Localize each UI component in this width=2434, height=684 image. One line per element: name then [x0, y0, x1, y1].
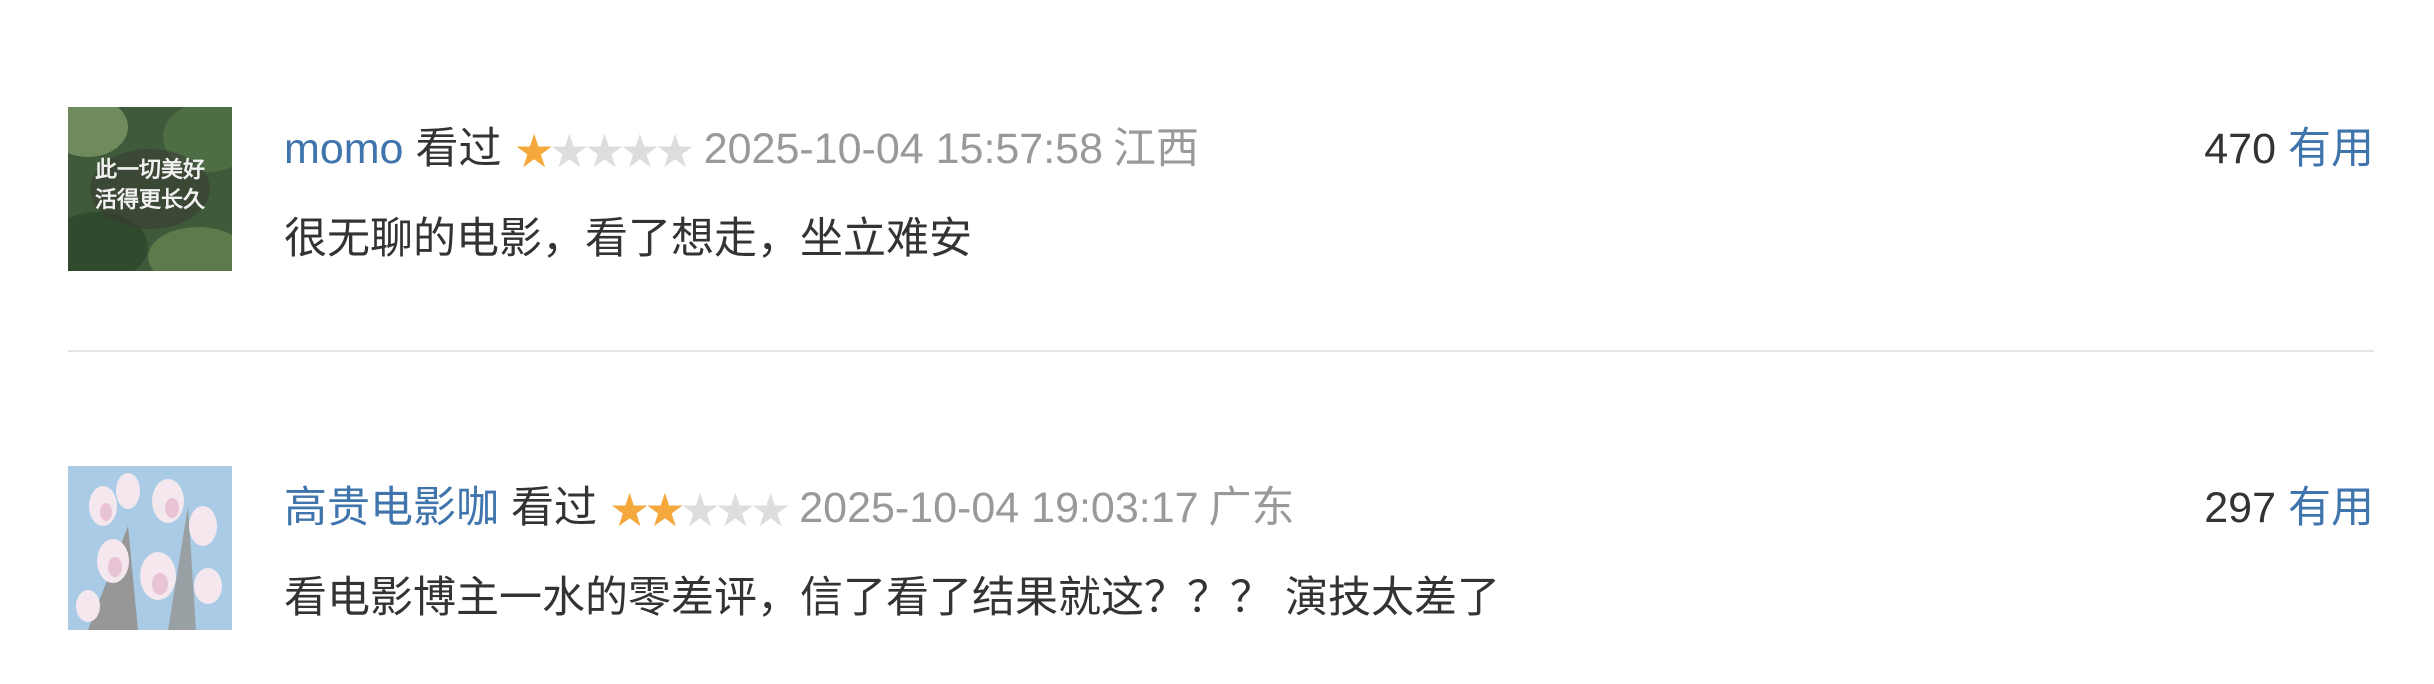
- username-link[interactable]: 高贵电影咖: [284, 484, 499, 532]
- star-empty-icon: ★: [619, 124, 660, 178]
- review-comment: 很无聊的电影，看了想走，坐立难安: [284, 215, 972, 263]
- useful-button[interactable]: 有用: [2288, 125, 2374, 173]
- star-filled-icon: ★: [609, 483, 650, 537]
- avatar-text-line-1: 此一切美好: [95, 157, 205, 183]
- star-empty-icon: ★: [679, 483, 721, 537]
- avatar-image: [68, 466, 232, 630]
- star-empty-icon: ★: [750, 483, 791, 537]
- watch-status: 看过: [511, 484, 597, 532]
- rating-stars: ★★★★★: [609, 478, 791, 542]
- vote-count: 297: [2204, 484, 2276, 532]
- useful-button[interactable]: 有用: [2288, 484, 2374, 532]
- review-item: 高贵电影咖 看过 ★★★★★ 2025-10-04 19:03:17 广东 297 有用 …: [68, 466, 2374, 630]
- star-empty-icon: ★: [583, 124, 625, 178]
- star-empty-icon: ★: [654, 124, 695, 178]
- username-link[interactable]: momo: [284, 125, 403, 173]
- review-meta: momo 看过 ★★★★★ 2025-10-04 15:57:58 江西: [284, 117, 1199, 181]
- star-empty-icon: ★: [714, 483, 756, 537]
- vote-count: 470: [2204, 125, 2276, 173]
- avatar[interactable]: [68, 466, 232, 630]
- review-meta: 高贵电影咖 看过 ★★★★★ 2025-10-04 19:03:17 广东: [284, 476, 1295, 540]
- avatar[interactable]: 此一切美好 活得更长久: [68, 107, 232, 271]
- review-time: 2025-10-04 19:03:17: [799, 484, 1199, 532]
- avatar-text-line-2: 活得更长久: [95, 187, 205, 213]
- star-filled-icon: ★: [513, 124, 554, 178]
- watch-status: 看过: [415, 125, 502, 173]
- rating-stars: ★★★★★: [513, 119, 695, 183]
- divider: [68, 350, 2374, 352]
- avatar-image: 此一切美好 活得更长久: [68, 107, 232, 271]
- review-time: 2025-10-04 15:57:58: [703, 125, 1104, 173]
- vote-area: 470 有用: [2204, 117, 2374, 181]
- star-empty-icon: ★: [548, 124, 590, 178]
- star-filled-icon: ★: [644, 483, 685, 537]
- review-item: 此一切美好 活得更长久 momo 看过 ★★★★★ 2025-10-04 15:57:…: [68, 107, 2374, 271]
- review-comment: 看电影博主一水的零差评，信了看了结果就这？？？ 演技太差了: [284, 574, 1500, 622]
- review-list: 此一切美好 活得更长久 momo 看过 ★★★★★ 2025-10-04 15:57:…: [0, 0, 2434, 684]
- review-location: 广东: [1208, 484, 1295, 532]
- review-location: 江西: [1113, 125, 1200, 173]
- vote-area: 297 有用: [2204, 476, 2374, 540]
